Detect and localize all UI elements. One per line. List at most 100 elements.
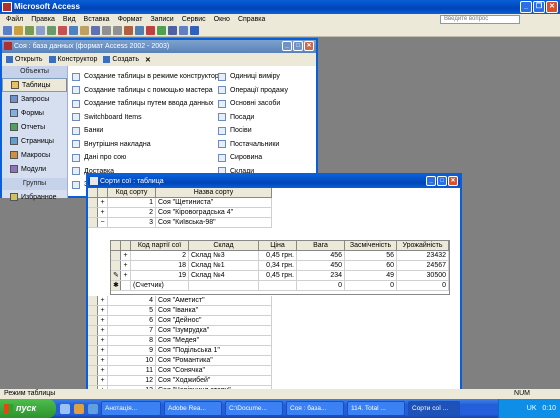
object-list-item[interactable]: Операції продажу bbox=[218, 84, 318, 98]
menu-view[interactable]: Вид bbox=[59, 14, 80, 25]
expand-toggle[interactable]: + bbox=[98, 326, 108, 335]
cell-code[interactable]: 1 bbox=[108, 198, 156, 207]
row-selector[interactable] bbox=[88, 336, 98, 345]
save-icon[interactable] bbox=[14, 26, 23, 35]
table-row[interactable]: +5 Соя "Іванка" bbox=[88, 306, 272, 316]
restore-button[interactable]: ❐ bbox=[533, 1, 545, 13]
objects-tables[interactable]: Таблицы bbox=[2, 78, 67, 92]
quicklaunch-ie-icon[interactable] bbox=[60, 403, 70, 414]
cell-code[interactable]: 4 bbox=[108, 296, 156, 305]
row-selector[interactable] bbox=[111, 251, 121, 260]
cell-name[interactable]: Соя "Подільська 1" bbox=[156, 346, 272, 355]
copy-icon[interactable] bbox=[69, 26, 78, 35]
cell-code[interactable]: 7 bbox=[108, 326, 156, 335]
subdatasheet-cell[interactable]: 0,45 грн. bbox=[259, 251, 297, 260]
subdatasheet-cell[interactable]: Склад №1 bbox=[189, 261, 259, 270]
expand-toggle[interactable]: + bbox=[98, 198, 108, 207]
db-maximize-button[interactable]: □ bbox=[293, 41, 303, 51]
sub-col-warehouse[interactable]: Склад bbox=[189, 241, 259, 250]
row-selector[interactable] bbox=[88, 366, 98, 375]
sub-select-all[interactable] bbox=[111, 241, 121, 250]
start-button[interactable]: пуск bbox=[0, 399, 56, 418]
new-object-icon[interactable] bbox=[179, 26, 188, 35]
objects-header[interactable]: Объекты bbox=[2, 66, 67, 78]
task-soya-database[interactable]: Соя : база... bbox=[286, 401, 344, 416]
expand-toggle[interactable]: + bbox=[98, 376, 108, 385]
subdatasheet-cell[interactable]: 234 bbox=[297, 271, 345, 280]
row-selector[interactable] bbox=[88, 356, 98, 365]
expand-toggle[interactable]: + bbox=[98, 316, 108, 325]
subdatasheet-cell[interactable]: 2 bbox=[131, 251, 189, 260]
sort-desc-icon[interactable] bbox=[113, 26, 122, 35]
sub-col-price[interactable]: Ціна bbox=[259, 241, 297, 250]
cell-code[interactable]: 3 bbox=[108, 218, 156, 227]
expand-toggle[interactable]: − bbox=[98, 218, 108, 227]
database-window-icon[interactable] bbox=[168, 26, 177, 35]
preview-icon[interactable] bbox=[36, 26, 45, 35]
table-row[interactable]: +2 Соя "Кіровоградська 4" bbox=[88, 208, 272, 218]
row-selector[interactable] bbox=[88, 346, 98, 355]
table-row[interactable]: +9 Соя "Подільська 1" bbox=[88, 346, 272, 356]
menu-help[interactable]: Справка bbox=[234, 14, 269, 25]
open-button[interactable]: Открыть bbox=[6, 56, 43, 63]
object-list-item[interactable]: Внутрішня накладна bbox=[72, 138, 212, 152]
view-icon[interactable] bbox=[3, 26, 12, 35]
spelling-icon[interactable] bbox=[47, 26, 56, 35]
close-button[interactable]: ✕ bbox=[546, 1, 558, 13]
row-selector[interactable] bbox=[88, 306, 98, 315]
db-minimize-button[interactable]: _ bbox=[282, 41, 292, 51]
table-row[interactable]: −3 Соя "Київська-98" bbox=[88, 218, 272, 228]
cell-code[interactable]: 10 bbox=[108, 356, 156, 365]
cell-code[interactable]: 6 bbox=[108, 316, 156, 325]
subdatasheet-cell[interactable]: 450 bbox=[297, 261, 345, 270]
subdatasheet-cell[interactable]: 456 bbox=[297, 251, 345, 260]
subdatasheet-cell[interactable]: 0,34 грн. bbox=[259, 261, 297, 270]
col-header-code[interactable]: Код сорту bbox=[108, 188, 156, 197]
tbl-maximize-button[interactable]: □ bbox=[437, 176, 447, 186]
row-selector[interactable] bbox=[88, 376, 98, 385]
cell-name[interactable]: Соя "Сонячка" bbox=[156, 366, 272, 375]
expand-toggle[interactable]: + bbox=[98, 346, 108, 355]
object-list-item[interactable]: Посіви bbox=[218, 124, 318, 138]
objects-macros[interactable]: Макросы bbox=[2, 148, 67, 162]
sub-col-contamination[interactable]: Засміченість bbox=[345, 241, 397, 250]
cell-code[interactable]: 5 bbox=[108, 306, 156, 315]
subdatasheet-cell[interactable]: 0,45 грн. bbox=[259, 271, 297, 280]
task-anotation[interactable]: Анотація... bbox=[101, 401, 161, 416]
subdatasheet-cell[interactable] bbox=[189, 281, 259, 290]
objects-modules[interactable]: Модули bbox=[2, 162, 67, 176]
objects-queries[interactable]: Запросы bbox=[2, 92, 67, 106]
row-selector[interactable] bbox=[88, 316, 98, 325]
subdatasheet-cell[interactable]: 56 bbox=[345, 251, 397, 260]
subdatasheet-cell[interactable]: (Счетчик) bbox=[131, 281, 189, 290]
object-list-item[interactable]: Посади bbox=[218, 111, 318, 125]
expand-toggle[interactable]: + bbox=[98, 336, 108, 345]
subdatasheet-cell[interactable]: 30500 bbox=[397, 271, 449, 280]
cell-name[interactable]: Соя "Кіровоградська 4" bbox=[156, 208, 272, 217]
cell-name[interactable]: Соя "Щетиниста" bbox=[156, 198, 272, 207]
cell-code[interactable]: 8 bbox=[108, 336, 156, 345]
cell-name[interactable]: Соя "Романтика" bbox=[156, 356, 272, 365]
cut-icon[interactable] bbox=[58, 26, 67, 35]
subdatasheet-cell[interactable]: 23432 bbox=[397, 251, 449, 260]
expand-toggle[interactable]: + bbox=[98, 296, 108, 305]
task-adobe-reader[interactable]: Adobe Rea... bbox=[164, 401, 222, 416]
object-list-item[interactable]: Создание таблицы с помощью мастера bbox=[72, 84, 213, 98]
cell-code[interactable]: 2 bbox=[108, 208, 156, 217]
subdatasheet-row[interactable]: +2 Склад №3 0,45 грн. 456 56 23432 bbox=[111, 251, 449, 261]
subdatasheet-row[interactable]: ✎ +19 Склад №4 0,45 грн. 234 49 30500 bbox=[111, 271, 449, 281]
subdatasheet-cell[interactable]: Склад №3 bbox=[189, 251, 259, 260]
table-row[interactable]: +10 Соя "Романтика" bbox=[88, 356, 272, 366]
create-button[interactable]: Создать bbox=[103, 56, 139, 63]
menu-tools[interactable]: Сервис bbox=[178, 14, 210, 25]
help-icon[interactable] bbox=[190, 26, 199, 35]
menu-edit[interactable]: Правка bbox=[27, 14, 59, 25]
delete-icon[interactable]: ✕ bbox=[145, 56, 151, 64]
select-all-cell[interactable] bbox=[88, 188, 98, 197]
table-row[interactable]: +1 Соя "Щетиниста" bbox=[88, 198, 272, 208]
task-sorty-soi[interactable]: Сорти сої ... bbox=[408, 401, 460, 416]
table-row[interactable]: +12 Соя "Ходжибей" bbox=[88, 376, 272, 386]
subdatasheet-cell[interactable]: 18 bbox=[131, 261, 189, 270]
subdatasheet-cell[interactable] bbox=[259, 281, 297, 290]
object-list-item[interactable]: Создание таблицы путем ввода данных bbox=[72, 97, 214, 111]
